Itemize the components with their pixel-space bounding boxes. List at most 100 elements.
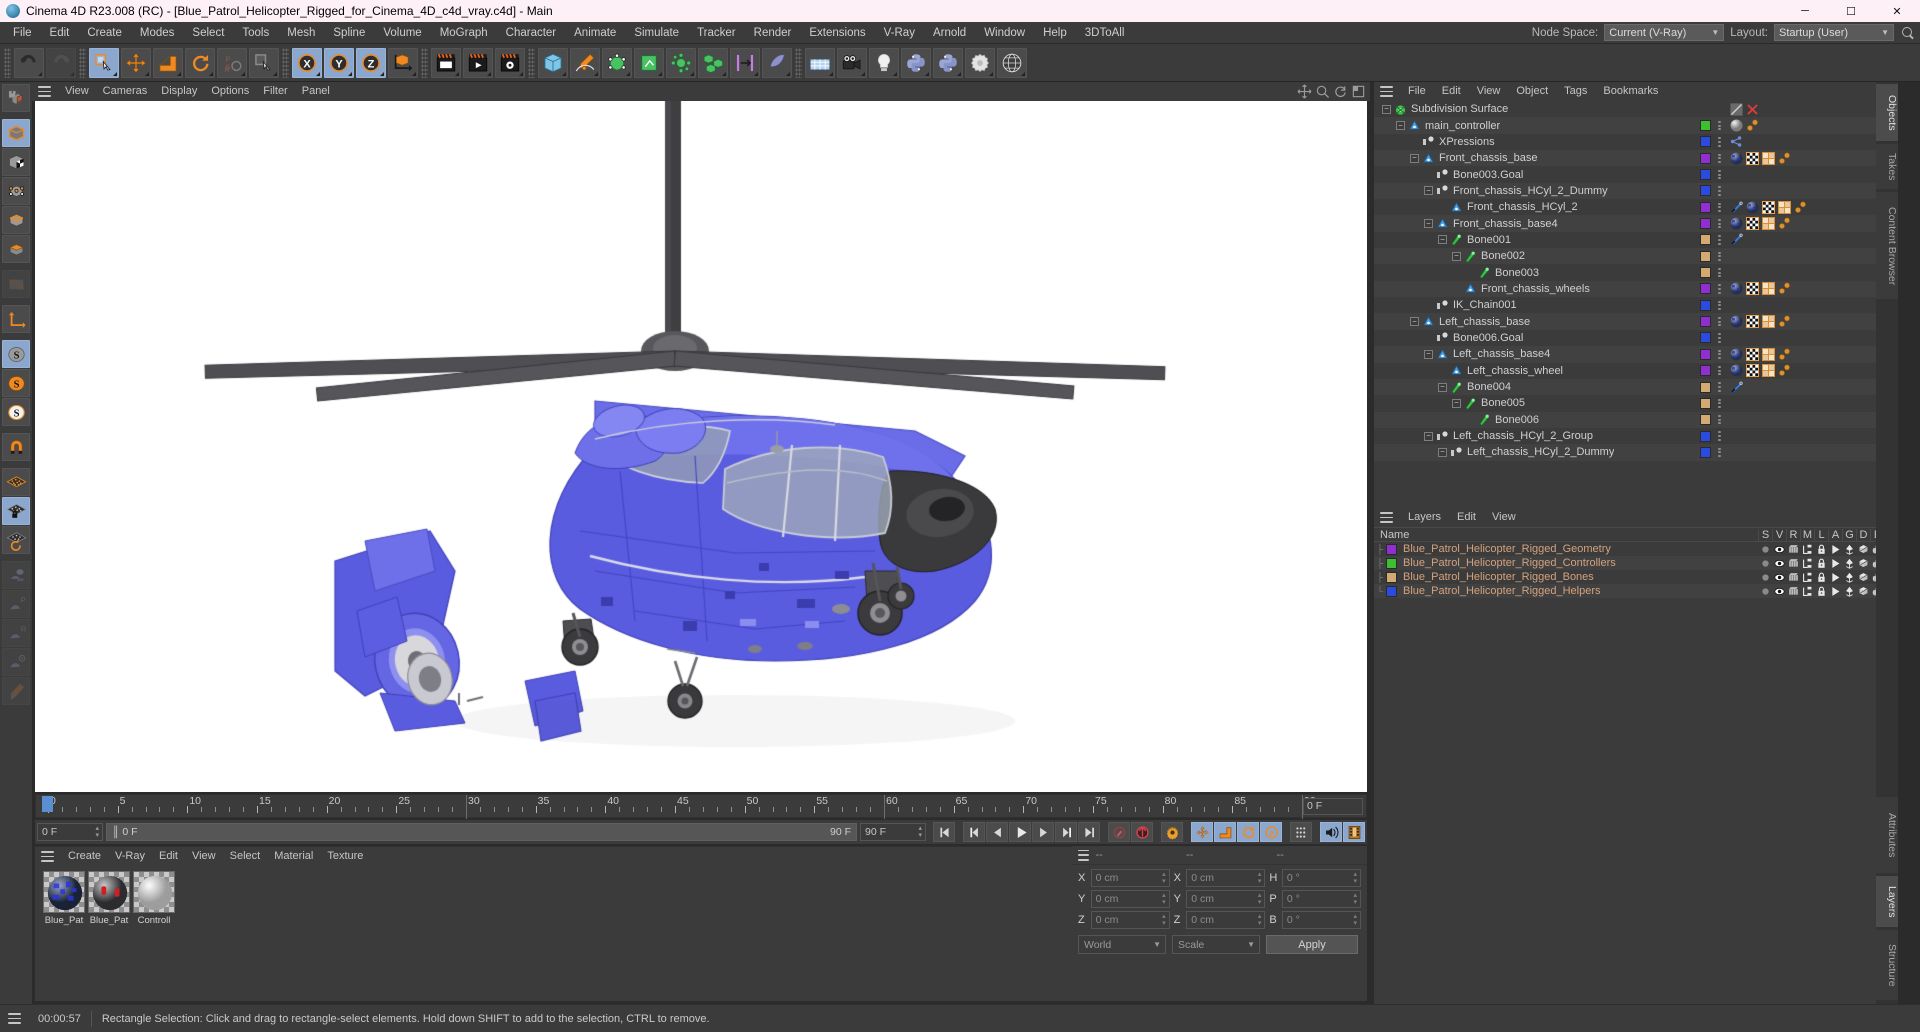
render-to-picture-viewer-button[interactable] xyxy=(463,47,493,78)
object-dots-icon[interactable] xyxy=(1718,153,1721,164)
selection-filter-button[interactable] xyxy=(249,47,279,78)
minimize-button[interactable]: ─ xyxy=(1782,0,1828,22)
layer-flag-G-icon[interactable] xyxy=(1844,558,1855,569)
make-editable-button[interactable] xyxy=(2,84,30,112)
layer-flag-L[interactable] xyxy=(1814,572,1828,583)
layer-flag-A[interactable] xyxy=(1828,558,1842,569)
search-icon[interactable] xyxy=(1900,25,1916,41)
menu-extensions[interactable]: Extensions xyxy=(800,22,874,44)
menu-file[interactable]: File xyxy=(4,22,41,44)
layer-column-D[interactable]: D xyxy=(1856,528,1870,541)
tab-structure[interactable]: Structure xyxy=(1876,930,1898,1000)
spinner-icon[interactable]: ▴ ▾ xyxy=(95,825,99,839)
x-axis-lock-button[interactable]: X xyxy=(292,47,322,78)
enable-snapping-button[interactable]: S xyxy=(2,340,30,368)
layer-flag-V[interactable] xyxy=(1772,558,1786,569)
layer-color-chip[interactable] xyxy=(1700,381,1711,393)
layer-color-chip[interactable] xyxy=(1700,218,1711,230)
layer-menu-edit[interactable]: Edit xyxy=(1449,508,1484,527)
points-mode-button[interactable] xyxy=(2,177,30,205)
layer-row[interactable]: ├ Blue_Patrol_Helicopter_Rigged_Geometry xyxy=(1374,542,1898,556)
object-row[interactable]: − Left_chassis_HCyl_2_Group xyxy=(1374,428,1890,444)
spinner-icon[interactable]: ▴ ▾ xyxy=(1354,913,1358,927)
go-to-next-key-button[interactable] xyxy=(1055,822,1077,842)
material-sphere-icon[interactable] xyxy=(1730,119,1743,132)
rotate-tool[interactable] xyxy=(185,47,215,78)
object-tree[interactable]: − Subdivision Surface − main_controller XPre… xyxy=(1374,101,1890,504)
add-camera-button[interactable] xyxy=(837,47,867,78)
object-row[interactable]: − Front_chassis_HCyl_2_Dummy xyxy=(1374,182,1890,200)
tab-attributes[interactable]: Attributes xyxy=(1876,797,1898,873)
object-dots-icon[interactable] xyxy=(1718,349,1721,360)
material-blue-icon[interactable] xyxy=(1730,364,1743,377)
layer-flag-D[interactable] xyxy=(1856,586,1870,597)
object-row[interactable]: XPressions xyxy=(1374,134,1890,150)
texture-grid-icon[interactable] xyxy=(1762,315,1775,329)
layer-flag-V[interactable] xyxy=(1772,586,1786,597)
object-dots-icon[interactable] xyxy=(1718,267,1721,278)
viewport-menu-panel[interactable]: Panel xyxy=(295,82,337,101)
rotation-animate-button[interactable]: R xyxy=(2,619,30,647)
object-dots-icon[interactable] xyxy=(1718,169,1721,180)
layer-flag-R-icon[interactable] xyxy=(1788,544,1799,555)
layer-flag-M-icon[interactable] xyxy=(1802,544,1813,555)
polygons-mode-button[interactable] xyxy=(2,235,30,263)
expand-collapse-icon[interactable]: − xyxy=(1438,235,1447,245)
add-floor-button[interactable] xyxy=(805,47,835,78)
add-deformer-button[interactable] xyxy=(666,47,696,78)
object-dots-icon[interactable] xyxy=(1718,234,1721,245)
coord-rotation-field[interactable]: 0 ° ▴ ▾ xyxy=(1281,890,1362,908)
expand-collapse-icon[interactable]: − xyxy=(1424,186,1433,196)
layer-flag-D-icon[interactable] xyxy=(1858,558,1869,569)
object-row[interactable]: − Bone002 xyxy=(1374,248,1890,265)
layer-flag-G[interactable] xyxy=(1842,586,1856,597)
material-blue-icon[interactable] xyxy=(1730,217,1743,230)
menu-modes[interactable]: Modes xyxy=(131,22,184,44)
uv-checker-icon[interactable] xyxy=(1762,200,1775,214)
object-dots-icon[interactable] xyxy=(1718,251,1721,262)
menu-help[interactable]: Help xyxy=(1034,22,1076,44)
add-spline-button[interactable] xyxy=(570,47,600,78)
go-to-start-button[interactable] xyxy=(933,822,955,842)
object-row[interactable]: − Left_chassis_HCyl_2_Dummy xyxy=(1374,444,1890,461)
model-mode-button[interactable] xyxy=(2,119,30,147)
layer-flag-D-icon[interactable] xyxy=(1858,544,1869,555)
coord-position-field[interactable]: 0 cm ▴ ▾ xyxy=(1090,911,1170,929)
point-level-anim-button[interactable] xyxy=(1290,822,1312,842)
layer-flag-S[interactable] xyxy=(1758,544,1772,555)
spinner-icon[interactable]: ▴ ▾ xyxy=(1162,892,1166,906)
expand-collapse-icon[interactable]: − xyxy=(1396,121,1405,131)
texture-grid-icon[interactable] xyxy=(1762,217,1775,231)
layer-row[interactable]: ├ Blue_Patrol_Helicopter_Rigged_Bones xyxy=(1374,570,1898,584)
object-dots-icon[interactable] xyxy=(1718,185,1721,196)
axis-modify-button[interactable] xyxy=(2,305,30,333)
transform-mode-dropdown[interactable]: Scale ▼ xyxy=(1172,935,1260,954)
layer-flag-V-icon[interactable] xyxy=(1773,586,1785,597)
expand-collapse-icon[interactable]: − xyxy=(1382,104,1391,114)
param-key-button[interactable]: P xyxy=(1260,822,1282,842)
orange-dots-icon[interactable] xyxy=(1778,217,1791,230)
hamburger-icon[interactable] xyxy=(1380,86,1393,97)
quantize-button[interactable]: S xyxy=(2,398,30,426)
layer-color-chip[interactable] xyxy=(1700,414,1711,426)
add-spline-generator-button[interactable] xyxy=(634,47,664,78)
orange-dots-icon[interactable] xyxy=(1778,282,1791,295)
layer-flag-L-icon[interactable] xyxy=(1816,544,1827,555)
layer-color-chip[interactable] xyxy=(1700,267,1711,279)
viewport-menu-cameras[interactable]: Cameras xyxy=(96,82,155,101)
layer-flag-M-icon[interactable] xyxy=(1802,586,1813,597)
object-dots-icon[interactable] xyxy=(1718,120,1721,131)
content-browser-button[interactable] xyxy=(997,47,1027,78)
layer-flag-V[interactable] xyxy=(1772,544,1786,555)
spinner-icon[interactable]: ▴ ▾ xyxy=(1258,913,1262,927)
expand-collapse-icon[interactable]: − xyxy=(1410,153,1419,163)
expand-collapse-icon[interactable]: − xyxy=(1424,349,1433,359)
layer-flag-G[interactable] xyxy=(1842,558,1856,569)
expand-collapse-icon[interactable]: − xyxy=(1438,382,1447,392)
menu-simulate[interactable]: Simulate xyxy=(625,22,688,44)
layer-flag-V[interactable] xyxy=(1772,572,1786,583)
object-row[interactable]: − Front_chassis_base4 xyxy=(1374,215,1890,232)
object-row[interactable]: IK_Chain001 xyxy=(1374,297,1890,313)
layer-color-chip[interactable] xyxy=(1700,446,1711,458)
render-settings-button[interactable] xyxy=(495,47,525,78)
